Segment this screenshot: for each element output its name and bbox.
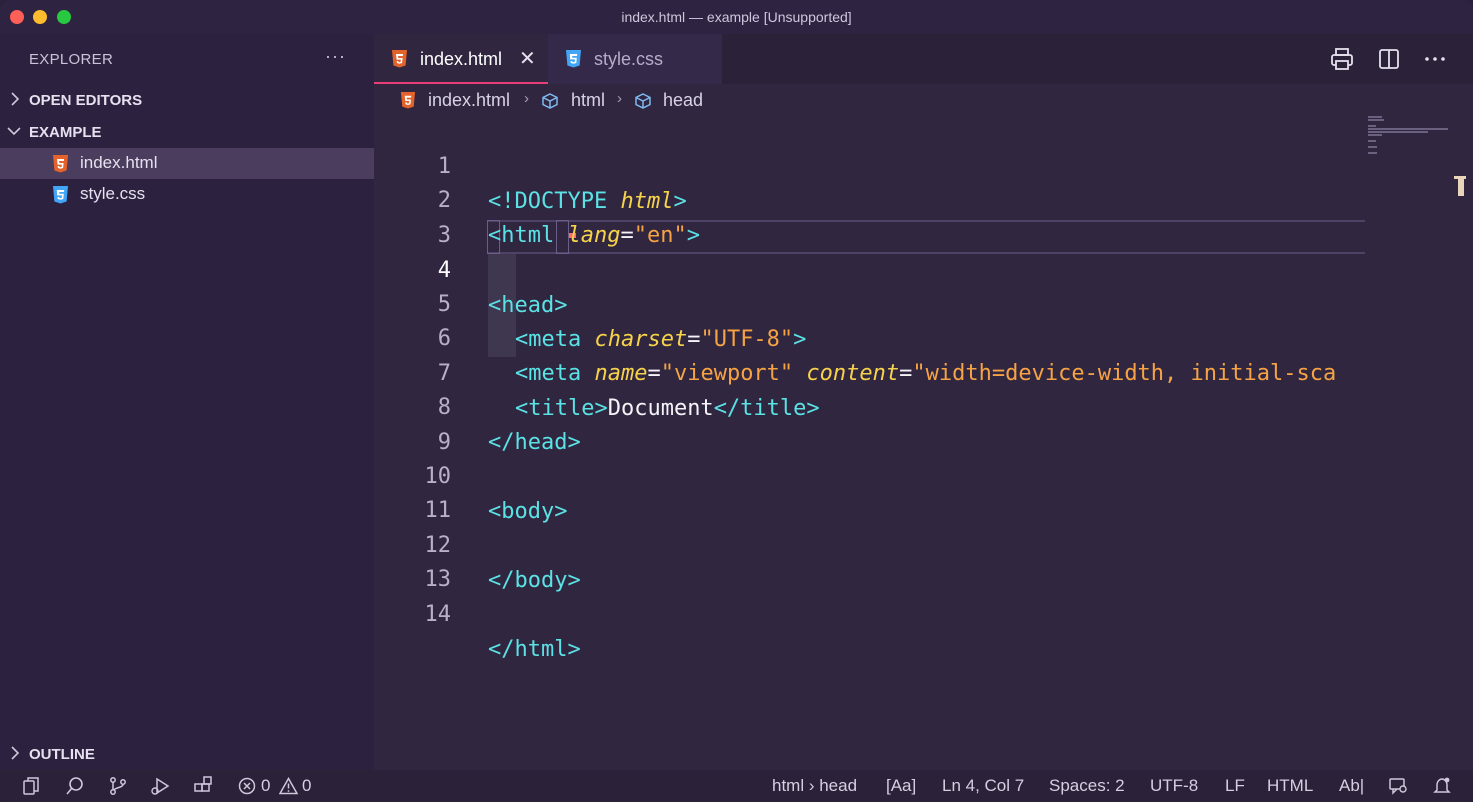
status-encoding[interactable]: UTF-8 xyxy=(1150,776,1198,796)
more-actions-icon[interactable]: ··· xyxy=(325,46,346,67)
code-line: 8 </head> xyxy=(374,355,1364,455)
outline-label: OUTLINE xyxy=(29,746,95,763)
breadcrumb-separator: › xyxy=(524,90,529,107)
html5-icon xyxy=(400,92,416,109)
code-line: 13 xyxy=(374,527,1364,592)
html5-icon xyxy=(392,50,407,68)
breadcrumb-file[interactable]: index.html xyxy=(428,90,510,111)
error-count[interactable]: 0 xyxy=(261,776,270,796)
warning-icon[interactable] xyxy=(279,777,298,795)
status-cursor-position[interactable]: Ln 4, Col 7 xyxy=(942,776,1024,796)
status-eol[interactable]: LF xyxy=(1225,776,1245,796)
search-icon[interactable] xyxy=(65,776,85,796)
file-item-index-html[interactable]: index.html xyxy=(0,148,374,179)
code-line: 3 xyxy=(374,183,1364,248)
warning-count[interactable]: 0 xyxy=(302,776,311,796)
status-indentation[interactable]: Spaces: 2 xyxy=(1049,776,1125,796)
scrollbar-cursor-marker xyxy=(1454,176,1466,196)
status-language[interactable]: HTML xyxy=(1267,776,1313,796)
chevron-down-icon xyxy=(7,127,21,136)
tab-label: style.css xyxy=(594,49,664,69)
source-control-icon[interactable] xyxy=(108,776,128,796)
code-line: 9 xyxy=(374,390,1364,455)
feedback-icon[interactable] xyxy=(1388,776,1408,796)
code-editor[interactable]: 1 <!DOCTYPE html> 2 <html lang="en"> 3 4… xyxy=(374,116,1473,770)
code-line: 11 xyxy=(374,458,1364,523)
code-line: 12 </body> xyxy=(374,493,1364,593)
open-editors-section[interactable]: OPEN EDITORS xyxy=(0,85,374,115)
print-icon[interactable] xyxy=(1329,46,1355,72)
tab-index-html[interactable]: index.html ✕ xyxy=(374,34,548,84)
example-folder-label: EXAMPLE xyxy=(29,124,102,141)
title-bar: index.html — example [Unsupported] xyxy=(0,0,1473,34)
breadcrumb-item-head[interactable]: head xyxy=(663,90,703,111)
open-editors-label: OPEN EDITORS xyxy=(29,92,143,109)
outline-section[interactable]: OUTLINE xyxy=(0,739,374,769)
code-line: 6 <meta name="viewport" content="width=d… xyxy=(374,286,1364,386)
css3-icon xyxy=(53,186,68,204)
breadcrumb: index.html › html › head xyxy=(374,84,1473,116)
code-line-current: 4 <head> xyxy=(374,218,1364,318)
notifications-bell-icon[interactable] xyxy=(1432,776,1452,796)
window-title: index.html — example [Unsupported] xyxy=(621,9,852,25)
vscode-window: index.html — example [Unsupported] EXPLO… xyxy=(0,0,1473,802)
close-tab-icon[interactable]: ✕ xyxy=(519,46,536,71)
run-debug-icon[interactable] xyxy=(150,776,170,796)
extensions-icon[interactable] xyxy=(193,776,213,796)
example-folder-section[interactable]: EXAMPLE xyxy=(0,117,374,147)
breadcrumb-item-html[interactable]: html xyxy=(571,90,605,111)
file-name: style.css xyxy=(80,184,146,203)
error-icon[interactable] xyxy=(238,777,256,795)
more-actions-icon[interactable] xyxy=(1422,46,1448,72)
tab-label: index.html xyxy=(420,49,503,69)
status-breadcrumb[interactable]: html › head xyxy=(772,776,857,796)
symbol-cube-icon xyxy=(542,93,558,109)
explorer-header: EXPLORER xyxy=(29,51,114,68)
css3-icon xyxy=(566,50,581,68)
symbol-cube-icon xyxy=(635,93,651,109)
file-item-style-css[interactable]: style.css xyxy=(0,179,374,210)
explorer-sidebar: EXPLORER ··· OPEN EDITORS EXAMPLE index.… xyxy=(0,34,374,770)
minimap[interactable] xyxy=(1368,116,1458,770)
html5-icon xyxy=(53,155,68,173)
status-spellcheck[interactable]: Ab| xyxy=(1339,776,1364,796)
tab-style-css[interactable]: style.css xyxy=(548,34,722,84)
editor-tab-bar: index.html ✕ style.css xyxy=(374,34,1473,84)
code-line: 2 <html lang="en"> xyxy=(374,148,1364,248)
code-line: 10 <body> xyxy=(374,424,1364,524)
chevron-right-icon xyxy=(11,746,20,760)
code-line: 1 <!DOCTYPE html> xyxy=(374,116,1364,214)
files-icon[interactable] xyxy=(21,776,41,796)
status-bar: 0 0 html › head [Aa] Ln 4, Col 7 Spaces:… xyxy=(0,770,1473,802)
split-editor-icon[interactable] xyxy=(1376,46,1402,72)
breadcrumb-separator: › xyxy=(617,90,622,107)
status-case-sensitive[interactable]: [Aa] xyxy=(886,776,916,796)
file-name: index.html xyxy=(80,153,158,172)
code-line: 5 <meta charset="UTF-8"> xyxy=(374,252,1364,352)
line-number: 14 xyxy=(424,602,452,627)
chevron-right-icon xyxy=(11,92,20,106)
code-token: </html> xyxy=(488,637,581,662)
code-line: 7 <title>Document</title> xyxy=(374,321,1364,421)
code-line: 14 </html> xyxy=(374,562,1364,662)
